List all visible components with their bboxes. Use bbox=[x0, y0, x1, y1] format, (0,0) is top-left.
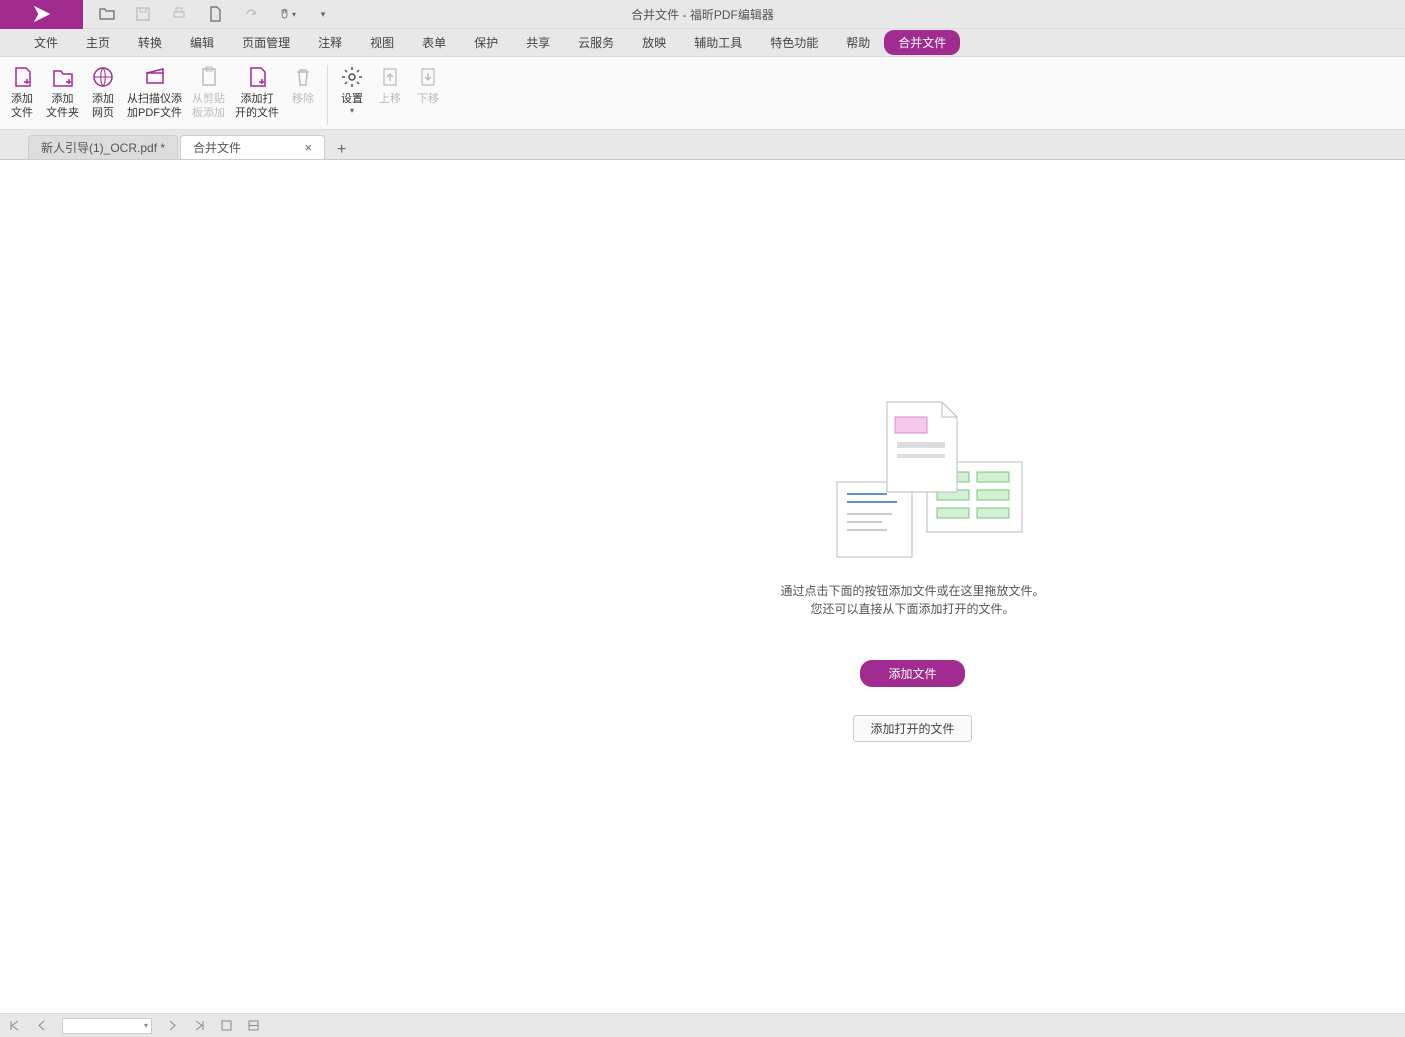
ribbon-separator bbox=[327, 65, 328, 125]
ribbon-add-folder[interactable]: 添加 文件夹 bbox=[41, 62, 84, 123]
empty-state: 通过点击下面的按钮添加文件或在这里拖放文件。 您还可以直接从下面添加打开的文件。… bbox=[780, 392, 1044, 742]
ribbon-add-web[interactable]: 添加 网页 bbox=[84, 62, 122, 123]
ribbon-label: 上移 bbox=[379, 92, 401, 106]
ribbon-add-clipboard: 从剪贴 板添加 bbox=[187, 62, 230, 123]
ribbon-remove: 移除 bbox=[284, 62, 322, 109]
menu-编辑[interactable]: 编辑 bbox=[176, 30, 228, 55]
ribbon-settings[interactable]: 设置▾ bbox=[333, 62, 371, 118]
statusbar: ▾ bbox=[0, 1013, 1405, 1037]
menu-辅助工具[interactable]: 辅助工具 bbox=[680, 30, 756, 55]
empty-illustration bbox=[797, 392, 1027, 562]
titlebar: ▾ ▾ 合并文件 - 福昕PDF编辑器 bbox=[0, 0, 1405, 29]
window-title: 合并文件 - 福昕PDF编辑器 bbox=[631, 6, 774, 23]
ribbon-move-up: 上移 bbox=[371, 62, 409, 109]
ribbon-add-open[interactable]: 添加打 开的文件 bbox=[230, 62, 284, 123]
document-tab[interactable]: 新人引导(1)_OCR.pdf * bbox=[28, 135, 178, 159]
ribbon-label: 从剪贴 板添加 bbox=[192, 92, 225, 120]
next-page-icon[interactable] bbox=[166, 1019, 179, 1032]
menu-页面管理[interactable]: 页面管理 bbox=[228, 30, 304, 55]
hint-text-2: 您还可以直接从下面添加打开的文件。 bbox=[810, 600, 1014, 618]
ribbon-label: 从扫描仪添 加PDF文件 bbox=[127, 92, 182, 120]
fit-page-icon[interactable] bbox=[220, 1019, 233, 1032]
menu-视图[interactable]: 视图 bbox=[356, 30, 408, 55]
menu-云服务[interactable]: 云服务 bbox=[564, 30, 628, 55]
menu-放映[interactable]: 放映 bbox=[628, 30, 680, 55]
app-logo bbox=[0, 0, 83, 29]
document-tab[interactable]: 合并文件 × bbox=[180, 135, 325, 159]
ribbon-add-scanner[interactable]: 从扫描仪添 加PDF文件 bbox=[122, 62, 187, 123]
menu-表单[interactable]: 表单 bbox=[408, 30, 460, 55]
menu-转换[interactable]: 转换 bbox=[124, 30, 176, 55]
print-icon bbox=[170, 5, 188, 23]
page-input[interactable]: ▾ bbox=[62, 1018, 152, 1034]
fit-width-icon[interactable] bbox=[247, 1019, 260, 1032]
ribbon-label: 添加 文件夹 bbox=[46, 92, 79, 120]
ribbon-label: 移除 bbox=[292, 92, 314, 106]
ribbon-label: 添加 文件 bbox=[11, 92, 33, 120]
tab-label: 合并文件 bbox=[193, 139, 241, 156]
tab-label: 新人引导(1)_OCR.pdf * bbox=[41, 139, 165, 156]
menu-帮助[interactable]: 帮助 bbox=[832, 30, 884, 55]
hint-text-1: 通过点击下面的按钮添加文件或在这里拖放文件。 bbox=[780, 582, 1044, 600]
qat-dropdown-icon[interactable]: ▾ bbox=[314, 5, 332, 23]
first-page-icon[interactable] bbox=[8, 1019, 21, 1032]
ribbon-label: 设置 bbox=[341, 92, 363, 106]
menu-文件[interactable]: 文件 bbox=[20, 30, 72, 55]
chevron-down-icon: ▾ bbox=[350, 106, 354, 115]
menu-共享[interactable]: 共享 bbox=[512, 30, 564, 55]
ribbon-label: 添加 网页 bbox=[92, 92, 114, 120]
last-page-icon[interactable] bbox=[193, 1019, 206, 1032]
prev-page-icon[interactable] bbox=[35, 1019, 48, 1032]
add-open-file-button[interactable]: 添加打开的文件 bbox=[853, 715, 971, 742]
page-dropdown-icon[interactable]: ▾ bbox=[141, 1021, 151, 1030]
ribbon: 添加 文件添加 文件夹添加 网页从扫描仪添 加PDF文件从剪贴 板添加添加打 开… bbox=[0, 57, 1405, 130]
hand-icon[interactable]: ▾ bbox=[278, 5, 296, 23]
ribbon-move-down: 下移 bbox=[409, 62, 447, 109]
tabbar: 新人引导(1)_OCR.pdf * 合并文件 × + bbox=[0, 130, 1405, 160]
add-file-button[interactable]: 添加文件 bbox=[860, 660, 964, 687]
ribbon-label: 添加打 开的文件 bbox=[235, 92, 279, 120]
ribbon-add-file[interactable]: 添加 文件 bbox=[3, 62, 41, 123]
file-icon[interactable] bbox=[206, 5, 224, 23]
content-area: 通过点击下面的按钮添加文件或在这里拖放文件。 您还可以直接从下面添加打开的文件。… bbox=[0, 160, 1405, 1013]
redo-icon bbox=[242, 5, 260, 23]
new-tab-button[interactable]: + bbox=[327, 141, 356, 159]
menu-注释[interactable]: 注释 bbox=[304, 30, 356, 55]
menubar: 文件主页转换编辑页面管理注释视图表单保护共享云服务放映辅助工具特色功能帮助合并文… bbox=[0, 29, 1405, 57]
menu-主页[interactable]: 主页 bbox=[72, 30, 124, 55]
open-icon[interactable] bbox=[98, 5, 116, 23]
save-icon bbox=[134, 5, 152, 23]
quick-access-toolbar: ▾ ▾ bbox=[98, 5, 332, 23]
menu-特色功能[interactable]: 特色功能 bbox=[756, 30, 832, 55]
menu-合并文件[interactable]: 合并文件 bbox=[884, 30, 960, 55]
ribbon-label: 下移 bbox=[417, 92, 439, 106]
menu-保护[interactable]: 保护 bbox=[460, 30, 512, 55]
close-icon[interactable]: × bbox=[304, 140, 312, 155]
